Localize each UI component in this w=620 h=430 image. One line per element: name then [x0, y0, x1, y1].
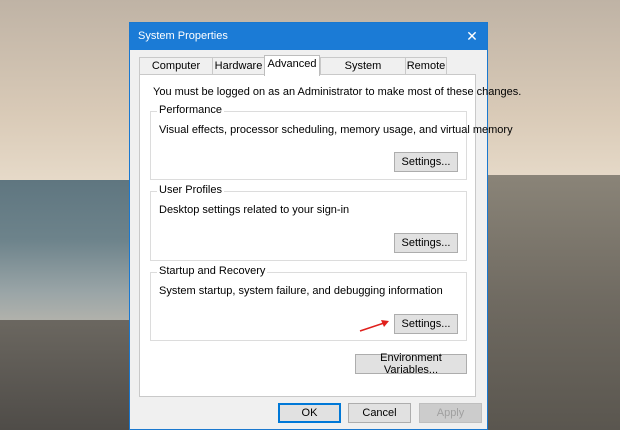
- cancel-button[interactable]: Cancel: [348, 403, 411, 423]
- tab-advanced[interactable]: Advanced: [264, 55, 320, 76]
- performance-settings-button[interactable]: Settings...: [394, 152, 458, 172]
- desktop-background-shore: [0, 320, 140, 430]
- user-profiles-group-title: User Profiles: [157, 184, 224, 196]
- tab-remote[interactable]: Remote: [405, 57, 447, 75]
- close-button[interactable]: ✕: [457, 23, 487, 50]
- tab-hardware[interactable]: Hardware: [212, 57, 265, 75]
- performance-description: Visual effects, processor scheduling, me…: [159, 124, 513, 136]
- startup-recovery-description: System startup, system failure, and debu…: [159, 285, 443, 297]
- title-bar[interactable]: System Properties ✕: [130, 23, 487, 50]
- window-title: System Properties: [138, 30, 228, 42]
- ok-button[interactable]: OK: [278, 403, 341, 423]
- user-profiles-description: Desktop settings related to your sign-in: [159, 204, 350, 216]
- user-profiles-settings-button[interactable]: Settings...: [394, 233, 458, 253]
- tab-system-protection[interactable]: System Protection: [320, 57, 406, 88]
- admin-notice: You must be logged on as an Administrato…: [153, 86, 522, 98]
- system-properties-dialog: System Properties ✕ Computer Name Hardwa…: [129, 22, 521, 430]
- environment-variables-button[interactable]: Environment Variables...: [355, 352, 467, 376]
- performance-group: Performance Visual effects, processor sc…: [150, 104, 513, 180]
- user-profiles-group: User Profiles Desktop settings related t…: [150, 184, 467, 261]
- apply-button[interactable]: Apply: [419, 403, 482, 423]
- close-icon: ✕: [466, 28, 478, 44]
- startup-recovery-group-title: Startup and Recovery: [157, 265, 268, 277]
- red-arrow-icon: [359, 320, 389, 332]
- advanced-tab-panel: You must be logged on as an Administrato…: [139, 74, 521, 397]
- performance-group-title: Performance: [157, 104, 224, 116]
- startup-recovery-group: Startup and Recovery System startup, sys…: [150, 265, 467, 341]
- startup-recovery-settings-button[interactable]: Settings...: [394, 314, 458, 334]
- tab-computer-name[interactable]: Computer Name: [139, 57, 213, 88]
